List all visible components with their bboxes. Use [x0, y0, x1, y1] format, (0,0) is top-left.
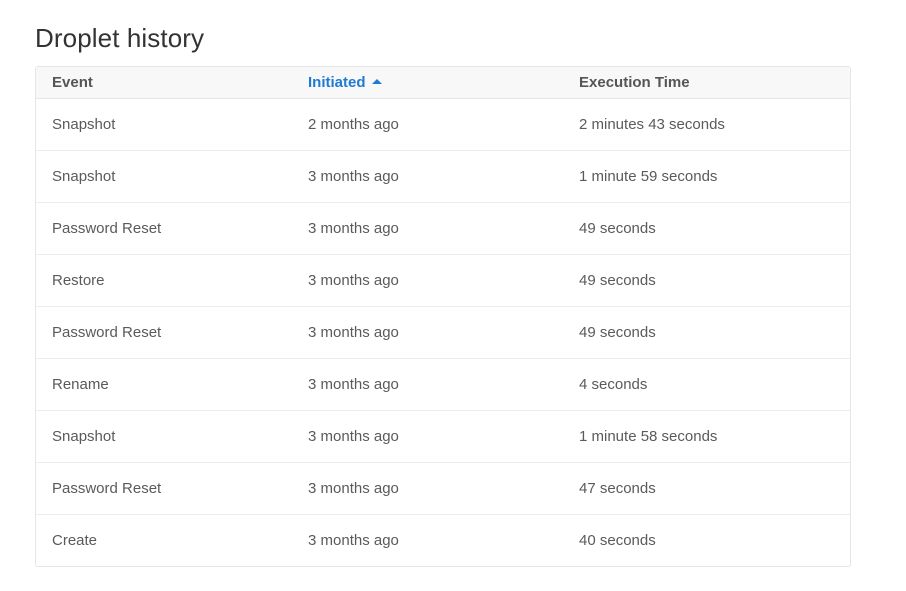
cell-initiated: 3 months ago [308, 376, 399, 393]
table-header: Event Initiated Execution Time [36, 67, 850, 99]
cell-initiated: 2 months ago [308, 116, 399, 133]
cell-execution-time: 40 seconds [579, 532, 656, 549]
cell-event: Password Reset [52, 324, 162, 341]
column-header-execution-time[interactable]: Execution Time [579, 67, 690, 98]
column-header-initiated-label: Initiated [308, 74, 366, 91]
cell-initiated: 3 months ago [308, 428, 399, 445]
column-header-execution-time-label: Execution Time [579, 74, 690, 91]
column-header-event-label: Event [52, 74, 93, 91]
table-row: Snapshot 2 months ago 2 minutes 43 secon… [36, 99, 850, 151]
column-header-initiated[interactable]: Initiated [308, 67, 382, 98]
cell-execution-time: 49 seconds [579, 324, 656, 341]
table-row: Password Reset 3 months ago 47 seconds [36, 463, 850, 515]
table-row: Restore 3 months ago 49 seconds [36, 255, 850, 307]
cell-initiated: 3 months ago [308, 532, 399, 549]
cell-execution-time: 49 seconds [579, 220, 656, 237]
history-table: Event Initiated Execution Time Snapshot … [35, 66, 851, 567]
cell-event: Password Reset [52, 220, 162, 237]
cell-event: Create [52, 532, 98, 549]
cell-execution-time: 49 seconds [579, 272, 656, 289]
droplet-history-page: Droplet history Event Initiated Executio… [0, 0, 906, 591]
cell-initiated: 3 months ago [308, 272, 399, 289]
cell-initiated: 3 months ago [308, 480, 399, 497]
cell-execution-time: 4 seconds [579, 376, 648, 393]
cell-event: Snapshot [52, 168, 116, 185]
sort-up-icon [371, 78, 382, 84]
cell-event: Snapshot [52, 116, 116, 133]
cell-initiated: 3 months ago [308, 168, 399, 185]
table-body: Snapshot 2 months ago 2 minutes 43 secon… [36, 99, 850, 566]
cell-execution-time: 47 seconds [579, 480, 656, 497]
cell-initiated: 3 months ago [308, 220, 399, 237]
table-row: Password Reset 3 months ago 49 seconds [36, 307, 850, 359]
cell-event: Snapshot [52, 428, 116, 445]
table-row: Snapshot 3 months ago 1 minute 59 second… [36, 151, 850, 203]
column-header-event[interactable]: Event [52, 67, 93, 98]
cell-execution-time: 1 minute 59 seconds [579, 168, 718, 185]
cell-execution-time: 2 minutes 43 seconds [579, 116, 725, 133]
cell-execution-time: 1 minute 58 seconds [579, 428, 718, 445]
table-row: Snapshot 3 months ago 1 minute 58 second… [36, 411, 850, 463]
cell-event: Restore [52, 272, 105, 289]
table-row: Password Reset 3 months ago 49 seconds [36, 203, 850, 255]
cell-initiated: 3 months ago [308, 324, 399, 341]
cell-event: Password Reset [52, 480, 162, 497]
table-row: Rename 3 months ago 4 seconds [36, 359, 850, 411]
cell-event: Rename [52, 376, 109, 393]
table-row: Create 3 months ago 40 seconds [36, 515, 850, 566]
page-title: Droplet history [35, 23, 205, 53]
